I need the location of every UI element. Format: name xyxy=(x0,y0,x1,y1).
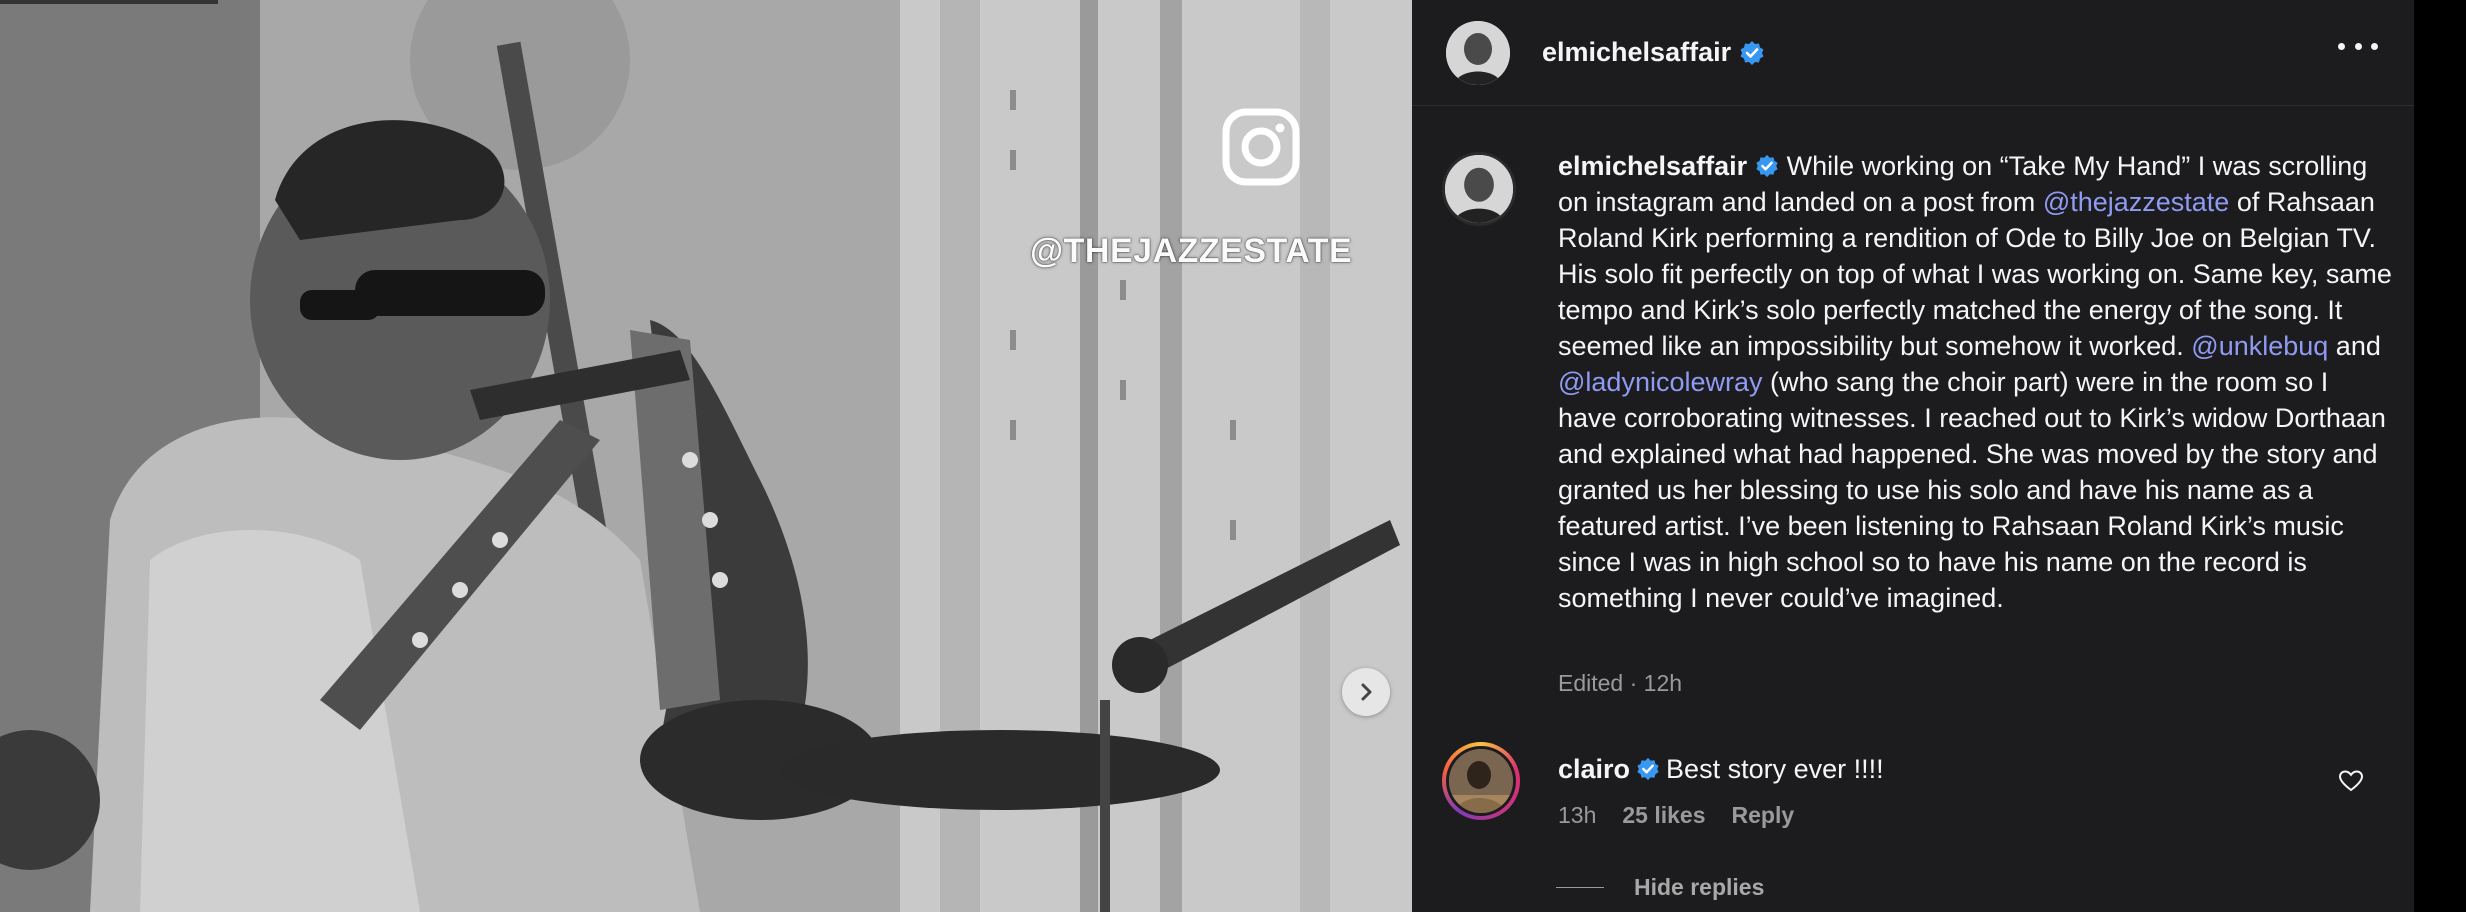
comment-likes-link[interactable]: 25 likes xyxy=(1622,802,1705,829)
more-options-icon[interactable] xyxy=(2338,34,2378,58)
video-frame-image xyxy=(0,0,1412,912)
instagram-logo-icon xyxy=(1222,108,1300,186)
caption-body: (who sang the choir part) were in the ro… xyxy=(1558,367,2386,613)
profile-photo xyxy=(1446,20,1510,85)
post-details-panel: elmichelsaffair elmichelsaffair While wo… xyxy=(1412,0,2414,912)
caption-timestamp: Edited · 12h xyxy=(1558,670,1683,696)
divider-line xyxy=(1556,887,1604,888)
comment-text: clairo Best story ever !!!! xyxy=(1558,752,1884,786)
post-header: elmichelsaffair xyxy=(1412,0,2414,106)
caption-username[interactable]: elmichelsaffair xyxy=(1558,151,1747,181)
header-username[interactable]: elmichelsaffair xyxy=(1542,37,1731,68)
comment-body: Best story ever !!!! xyxy=(1666,754,1884,784)
avatar[interactable] xyxy=(1442,152,1516,226)
hide-replies-label: Hide replies xyxy=(1634,874,1765,900)
verified-badge-icon xyxy=(1637,757,1659,781)
profile-photo xyxy=(1445,155,1513,223)
profile-photo xyxy=(1449,749,1513,813)
heart-icon[interactable] xyxy=(2338,768,2364,794)
caption-body: and xyxy=(2328,331,2381,361)
avatar[interactable] xyxy=(1449,749,1513,813)
mention-link[interactable]: @unklebuq xyxy=(2191,331,2328,361)
reply-button[interactable]: Reply xyxy=(1732,802,1795,829)
next-media-button[interactable] xyxy=(1342,668,1390,716)
comment-username[interactable]: clairo xyxy=(1558,754,1630,784)
progress-indicator xyxy=(0,0,218,4)
post-media[interactable]: @THEJAZZESTATE xyxy=(0,0,1412,912)
story-ring[interactable] xyxy=(1442,742,1520,820)
mention-link[interactable]: @thejazzestate xyxy=(2043,187,2230,217)
comment-timestamp: 13h xyxy=(1558,802,1597,828)
mention-link[interactable]: @ladynicolewray xyxy=(1558,367,1763,397)
verified-badge-icon xyxy=(1740,40,1764,65)
avatar[interactable] xyxy=(1446,20,1510,85)
chevron-right-icon xyxy=(1361,683,1372,701)
hide-replies-button[interactable]: Hide replies xyxy=(1556,874,1764,901)
verified-badge-icon xyxy=(1756,154,1778,178)
watermark-text: @THEJAZZESTATE xyxy=(1030,232,1353,270)
page-background xyxy=(2414,0,2466,912)
caption-text: elmichelsaffair While working on “Take M… xyxy=(1558,148,2394,616)
comment-meta: 13h 25 likes Reply xyxy=(1558,802,1794,829)
